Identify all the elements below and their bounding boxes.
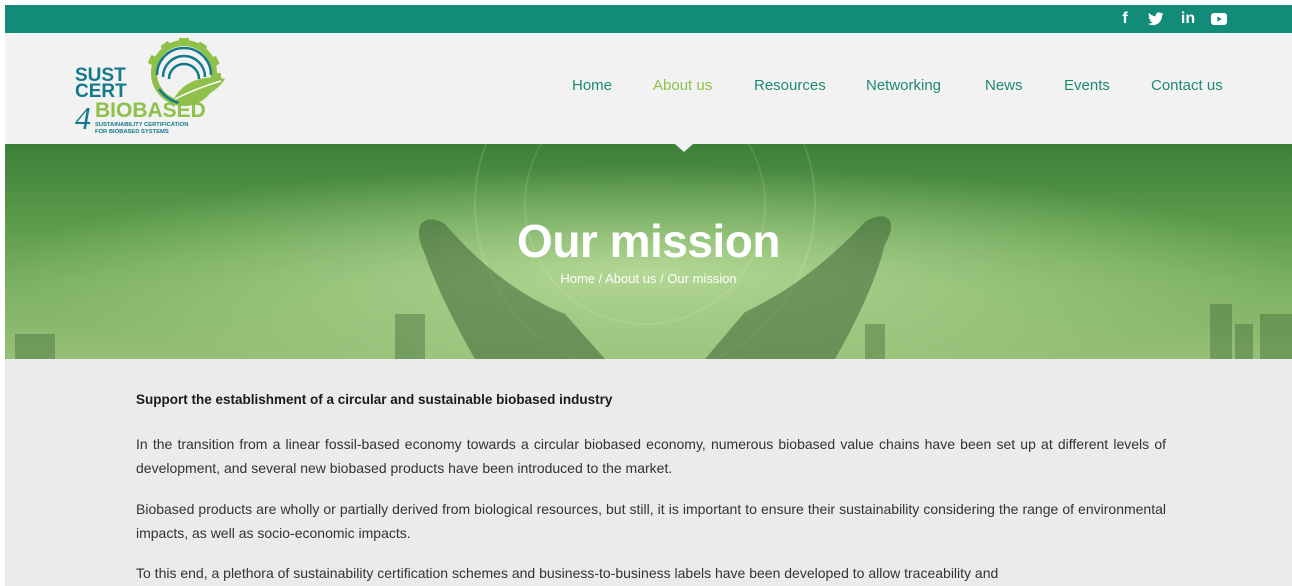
linkedin-icon[interactable]: in: [1178, 5, 1198, 33]
nav-item-events[interactable]: Events: [1064, 77, 1110, 94]
nav-item-networking[interactable]: Networking: [866, 77, 941, 94]
youtube-icon[interactable]: [1208, 5, 1230, 33]
breadcrumb-separator: /: [656, 271, 668, 286]
breadcrumb-about-us[interactable]: About us: [605, 271, 656, 286]
active-nav-caret: [675, 144, 693, 152]
paragraph: In the transition from a linear fossil-b…: [136, 436, 1166, 476]
paragraph: Biobased products are wholly or partiall…: [136, 501, 1166, 541]
page-title: Our mission: [517, 215, 780, 267]
nav-item-resources[interactable]: Resources: [754, 77, 826, 94]
section-heading: Support the establishment of a circular …: [136, 392, 613, 407]
nav-item-about-us[interactable]: About us: [653, 77, 712, 94]
breadcrumb-home[interactable]: Home: [560, 271, 595, 286]
site-header: SUST CERT 4 BIOBASED SUSTAINABILITY CERT…: [5, 33, 1292, 152]
twitter-icon[interactable]: [1146, 5, 1166, 33]
breadcrumb-current: Our mission: [667, 271, 737, 286]
breadcrumb-separator: /: [595, 271, 606, 286]
main-nav: Home About us Resources Networking News …: [5, 33, 1292, 144]
facebook-icon[interactable]: f: [1117, 5, 1133, 33]
page-frame: f in SUST CERT 4 BIOBASED SUSTAINABILITY…: [5, 5, 1292, 586]
paragraph: To this end, a plethora of sustainabilit…: [136, 565, 999, 581]
nav-item-contact-us[interactable]: Contact us: [1151, 77, 1223, 94]
breadcrumb: Home / About us / Our mission: [5, 271, 1292, 286]
nav-item-home[interactable]: Home: [572, 77, 612, 94]
nav-item-news[interactable]: News: [985, 77, 1023, 94]
social-bar: f in: [5, 5, 1292, 33]
hero-banner: Our mission Home / About us / Our missio…: [5, 144, 1292, 359]
